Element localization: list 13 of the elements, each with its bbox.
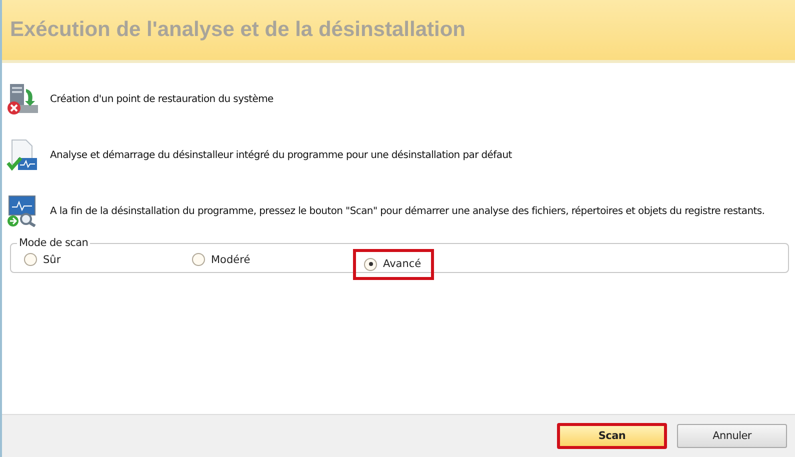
server-error-icon bbox=[6, 83, 38, 115]
radio-option[interactable]: Modéré bbox=[185, 248, 258, 271]
step-text: A la fin de la désinstallation du programme, pressez le bouton "Scan" pour démarrer une analyse des fichiers, répertoires et objets du registre restants. bbox=[50, 206, 765, 216]
radio-option[interactable]: Sûr bbox=[17, 248, 68, 271]
step-text: Création d'un point de restauration du système bbox=[50, 94, 274, 104]
scan-button[interactable]: Scan bbox=[557, 423, 667, 449]
page-title: Exécution de l'analyse et de la désinstallation bbox=[10, 18, 466, 42]
radio-option[interactable]: Avancé bbox=[353, 248, 434, 280]
group-label: Mode de scan bbox=[18, 237, 90, 249]
cancel-button[interactable]: Annuler bbox=[677, 424, 787, 448]
monitor-magnifier-icon bbox=[6, 195, 38, 227]
document-check-icon bbox=[6, 139, 38, 171]
step-text: Analyse et démarrage du désinstalleur intégré du programme pour une désinstallation par défaut bbox=[50, 150, 512, 160]
